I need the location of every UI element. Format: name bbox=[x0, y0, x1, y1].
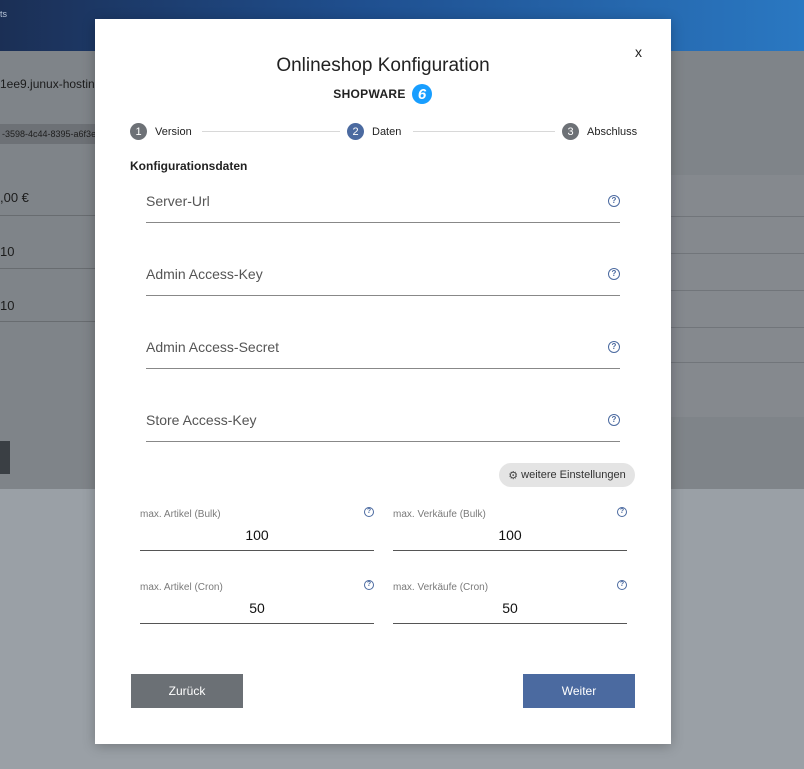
max-articles-cron-field[interactable]: max. Artikel (Cron) ? 50 bbox=[140, 580, 374, 624]
help-icon[interactable]: ? bbox=[617, 580, 627, 590]
more-settings-label: weitere Einstellungen bbox=[521, 469, 626, 481]
background-divider bbox=[671, 327, 804, 328]
help-icon[interactable]: ? bbox=[608, 341, 620, 353]
max-articles-bulk-field[interactable]: max. Artikel (Bulk) ? 100 bbox=[140, 507, 374, 551]
help-icon[interactable]: ? bbox=[364, 580, 374, 590]
background-host-text: 1ee9.junux-hostin bbox=[0, 77, 95, 91]
help-icon[interactable]: ? bbox=[608, 268, 620, 280]
config-modal: x Onlineshop Konfiguration SHOPWARE 6 1 … bbox=[95, 19, 671, 744]
help-icon[interactable]: ? bbox=[364, 507, 374, 517]
next-button[interactable]: Weiter bbox=[523, 674, 635, 708]
gear-icon: ⚙ bbox=[508, 469, 519, 482]
field-label: max. Artikel (Bulk) bbox=[140, 509, 221, 520]
step-connector bbox=[413, 131, 555, 132]
background-divider bbox=[671, 362, 804, 363]
admin-access-key-field[interactable]: Admin Access-Key ? bbox=[146, 264, 620, 296]
more-settings-button[interactable]: ⚙ weitere Einstellungen bbox=[499, 463, 635, 487]
field-label: Store Access-Key bbox=[146, 412, 257, 428]
background-value: 10 bbox=[0, 244, 15, 259]
step-number: 3 bbox=[562, 123, 579, 140]
field-label: max. Verkäufe (Cron) bbox=[393, 582, 489, 593]
help-icon[interactable]: ? bbox=[608, 414, 620, 426]
background-divider bbox=[0, 321, 95, 322]
step-number: 2 bbox=[347, 123, 364, 140]
background-value: 10 bbox=[0, 298, 15, 313]
background-button bbox=[0, 441, 10, 474]
step-abschluss: 3 Abschluss bbox=[562, 123, 637, 140]
max-sales-bulk-field[interactable]: max. Verkäufe (Bulk) ? 100 bbox=[393, 507, 627, 551]
field-label: max. Verkäufe (Bulk) bbox=[393, 509, 486, 520]
field-label: Server-Url bbox=[146, 193, 210, 209]
brand-name: SHOPWARE bbox=[333, 87, 406, 101]
background-divider bbox=[671, 216, 804, 217]
step-label: Daten bbox=[372, 125, 402, 138]
svg-text:6: 6 bbox=[418, 86, 427, 103]
header-text: ts bbox=[0, 9, 8, 19]
field-value[interactable]: 50 bbox=[393, 600, 627, 616]
background-id-chip: -3598-4c44-8395-a6f3e bbox=[0, 124, 100, 144]
help-icon[interactable]: ? bbox=[608, 195, 620, 207]
step-daten: 2 Daten bbox=[347, 123, 401, 140]
brand: SHOPWARE 6 bbox=[95, 83, 671, 105]
step-connector bbox=[202, 131, 340, 132]
field-label: Admin Access-Key bbox=[146, 266, 263, 282]
background-right-panel bbox=[671, 175, 804, 417]
field-value[interactable]: 50 bbox=[140, 600, 374, 616]
store-access-key-field[interactable]: Store Access-Key ? bbox=[146, 410, 620, 442]
field-label: Admin Access-Secret bbox=[146, 339, 280, 355]
max-sales-cron-field[interactable]: max. Verkäufe (Cron) ? 50 bbox=[393, 580, 627, 624]
field-label: max. Artikel (Cron) bbox=[140, 582, 223, 593]
step-label: Version bbox=[155, 125, 192, 138]
background-price: ,00 € bbox=[0, 190, 29, 205]
stepper: 1 Version 2 Daten 3 Abschluss bbox=[130, 123, 637, 141]
step-version: 1 Version bbox=[130, 123, 192, 140]
field-value[interactable]: 100 bbox=[140, 527, 374, 543]
step-label: Abschluss bbox=[587, 125, 638, 138]
back-button[interactable]: Zurück bbox=[131, 674, 243, 708]
help-icon[interactable]: ? bbox=[617, 507, 627, 517]
background-divider bbox=[0, 268, 95, 269]
field-value[interactable]: 100 bbox=[393, 527, 627, 543]
shopware-logo-icon: 6 bbox=[411, 84, 432, 104]
server-url-field[interactable]: Server-Url ? bbox=[146, 191, 620, 223]
background-divider bbox=[671, 253, 804, 254]
background-divider bbox=[0, 215, 95, 216]
step-number: 1 bbox=[130, 123, 147, 140]
admin-access-secret-field[interactable]: Admin Access-Secret ? bbox=[146, 337, 620, 369]
section-title: Konfigurationsdaten bbox=[130, 159, 248, 173]
background-divider bbox=[671, 290, 804, 291]
modal-title: Onlineshop Konfiguration bbox=[276, 55, 490, 76]
